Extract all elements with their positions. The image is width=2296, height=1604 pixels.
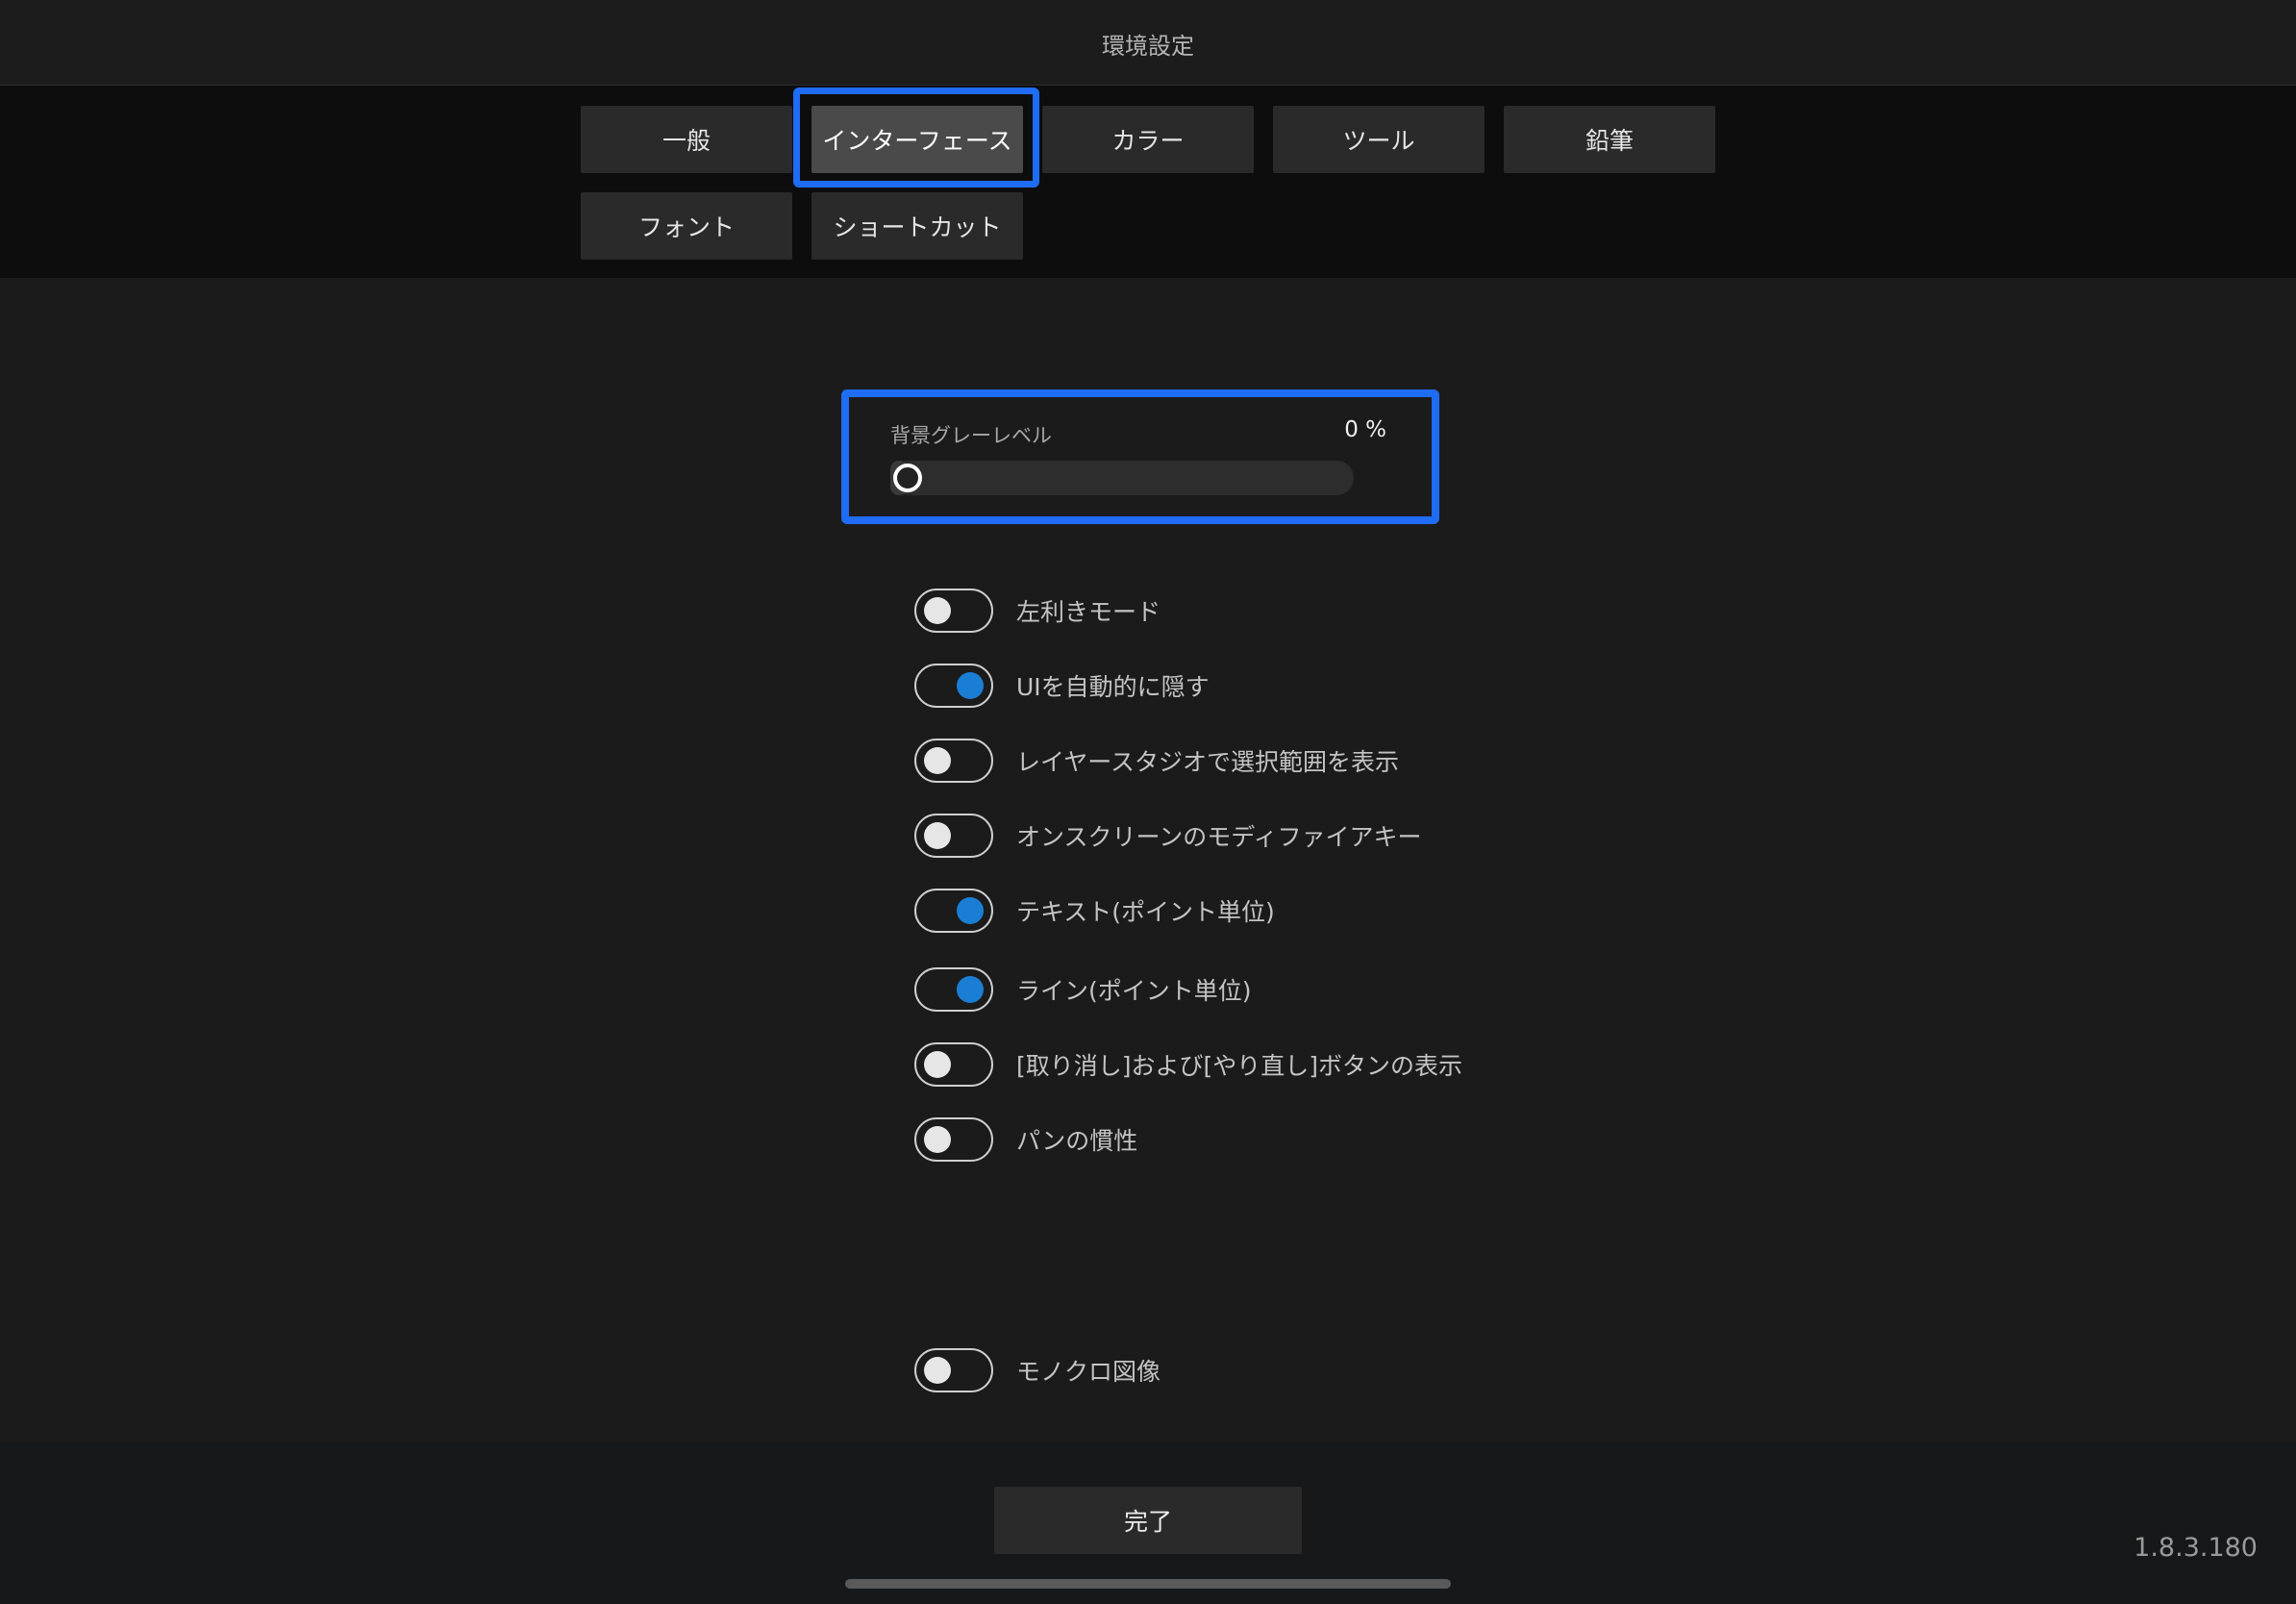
undo-redo-buttons-toggle[interactable] [914, 1042, 993, 1087]
toggle-row-undo-redo-buttons: [取り消し]および[やり直し]ボタンの表示 [914, 1041, 1462, 1088]
slider-label: 背景グレーレベル [890, 424, 1052, 447]
tab-tools[interactable]: ツール [1273, 106, 1485, 173]
background-gray-slider[interactable] [890, 461, 1354, 495]
footer: 完了 1.8.3.180 [0, 1442, 2296, 1604]
toggle-knob [957, 672, 984, 699]
toggle-knob [924, 1357, 951, 1384]
toggle-row-layer-studio-selection: レイヤースタジオで選択範囲を表示 [914, 738, 1399, 784]
tab-pencil[interactable]: 鉛筆 [1504, 106, 1715, 173]
toggle-knob [924, 1126, 951, 1153]
toggle-row-line-points: ライン(ポイント単位) [914, 966, 1252, 1013]
toggle-knob [924, 597, 951, 624]
onscreen-modifier-toggle[interactable] [914, 814, 993, 858]
toggle-row-onscreen-modifier: オンスクリーンのモディファイアキー [914, 813, 1422, 859]
line-points-toggle[interactable] [914, 967, 993, 1012]
tab-bar: 一般 インターフェース カラー ツール 鉛筆 フォント ショートカット [0, 86, 2296, 278]
version-label: 1.8.3.180 [2134, 1533, 2258, 1563]
toggle-knob [957, 976, 984, 1003]
page-title: 環境設定 [1102, 33, 1194, 60]
done-button[interactable]: 完了 [994, 1487, 1302, 1554]
layer-studio-selection-toggle[interactable] [914, 739, 993, 783]
toggle-knob [924, 747, 951, 774]
toggle-label: オンスクリーンのモディファイアキー [1016, 823, 1422, 851]
tab-font[interactable]: フォント [581, 192, 792, 260]
pan-inertia-toggle[interactable] [914, 1117, 993, 1162]
left-handed-toggle[interactable] [914, 589, 993, 633]
toggle-row-text-points: テキスト(ポイント単位) [914, 888, 1275, 934]
background-gray-level-panel: 背景グレーレベル 0 % [841, 389, 1439, 524]
slider-thumb[interactable] [893, 464, 922, 492]
home-indicator[interactable] [845, 1579, 1451, 1589]
toggle-knob [957, 897, 984, 924]
toggle-knob [924, 1051, 951, 1078]
toggle-row-monochrome-icons: モノクロ図像 [914, 1347, 1160, 1393]
toggle-label: モノクロ図像 [1016, 1358, 1161, 1386]
slider-value: 0 % [1344, 417, 1386, 442]
toggle-knob [924, 822, 951, 849]
tab-general[interactable]: 一般 [581, 106, 792, 173]
toggle-label: UIを自動的に隠す [1016, 673, 1210, 701]
title-bar: 環境設定 [0, 0, 2296, 86]
toggle-label: [取り消し]および[やり直し]ボタンの表示 [1016, 1052, 1463, 1080]
monochrome-icons-toggle[interactable] [914, 1348, 993, 1392]
toggle-label: レイヤースタジオで選択範囲を表示 [1016, 748, 1400, 776]
tab-shortcuts[interactable]: ショートカット [811, 192, 1023, 260]
toggle-row-pan-inertia: パンの慣性 [914, 1116, 1137, 1163]
toggle-row-left-handed: 左利きモード [914, 588, 1160, 634]
toggle-label: パンの慣性 [1016, 1127, 1138, 1155]
toggle-label: ライン(ポイント単位) [1016, 977, 1252, 1005]
toggle-label: 左利きモード [1016, 598, 1161, 626]
toggle-label: テキスト(ポイント単位) [1016, 898, 1275, 926]
text-points-toggle[interactable] [914, 889, 993, 933]
tab-color[interactable]: カラー [1042, 106, 1254, 173]
toggle-row-auto-hide-ui: UIを自動的に隠す [914, 663, 1210, 709]
auto-hide-ui-toggle[interactable] [914, 664, 993, 708]
tab-interface[interactable]: インターフェース [811, 106, 1023, 173]
